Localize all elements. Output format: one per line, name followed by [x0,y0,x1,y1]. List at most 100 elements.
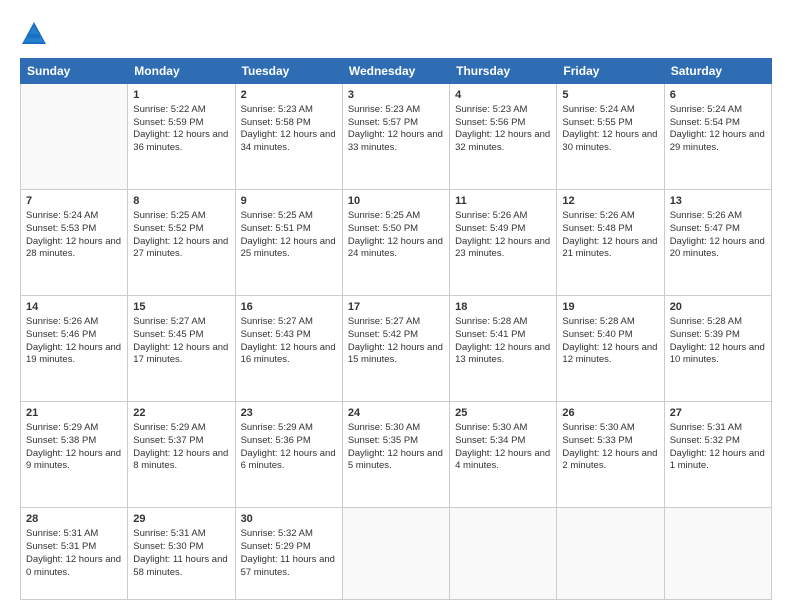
page: SundayMondayTuesdayWednesdayThursdayFrid… [0,0,792,612]
sunset-text: Sunset: 5:47 PM [670,223,740,234]
day-number: 12 [562,194,658,209]
calendar-cell: 6Sunrise: 5:24 AMSunset: 5:54 PMDaylight… [664,84,771,190]
calendar-cell [557,508,664,600]
daylight-text: Daylight: 12 hours and 29 minutes. [670,129,765,153]
weekday-header-row: SundayMondayTuesdayWednesdayThursdayFrid… [21,59,772,84]
day-number: 3 [348,88,444,103]
day-number: 18 [455,300,551,315]
sunrise-text: Sunrise: 5:25 AM [133,210,205,221]
daylight-text: Daylight: 12 hours and 25 minutes. [241,236,336,260]
calendar-cell: 16Sunrise: 5:27 AMSunset: 5:43 PMDayligh… [235,296,342,402]
calendar-cell: 4Sunrise: 5:23 AMSunset: 5:56 PMDaylight… [450,84,557,190]
calendar-cell: 27Sunrise: 5:31 AMSunset: 5:32 PMDayligh… [664,402,771,508]
daylight-text: Daylight: 12 hours and 24 minutes. [348,236,443,260]
day-number: 5 [562,88,658,103]
sunset-text: Sunset: 5:55 PM [562,117,632,128]
sunset-text: Sunset: 5:41 PM [455,329,525,340]
sunrise-text: Sunrise: 5:26 AM [26,316,98,327]
calendar-cell: 8Sunrise: 5:25 AMSunset: 5:52 PMDaylight… [128,190,235,296]
sunset-text: Sunset: 5:56 PM [455,117,525,128]
daylight-text: Daylight: 12 hours and 1 minute. [670,448,765,472]
day-number: 15 [133,300,229,315]
day-number: 27 [670,406,766,421]
calendar-cell: 7Sunrise: 5:24 AM Sunset: 5:53 PM Daylight… [21,190,128,296]
daylight-text: Daylight: 12 hours and 15 minutes. [348,342,443,366]
sunset-text: Sunset: 5:46 PM [26,329,96,340]
sunset-text: Sunset: 5:34 PM [455,435,525,446]
weekday-header-friday: Friday [557,59,664,84]
sunset-text: Sunset: 5:53 PM [26,223,96,234]
sunrise-text: Sunrise: 5:27 AM [348,316,420,327]
day-number: 2 [241,88,337,103]
day-number: 24 [348,406,444,421]
week-row-3: 14Sunrise: 5:26 AM Sunset: 5:46 PM Dayligh… [21,296,772,402]
sunrise-text: Sunrise: 5:26 AM [562,210,634,221]
calendar-cell: 24Sunrise: 5:30 AMSunset: 5:35 PMDayligh… [342,402,449,508]
daylight-text: Daylight: 12 hours and 21 minutes. [562,236,657,260]
sunset-text: Sunset: 5:33 PM [562,435,632,446]
sunrise-text: Sunrise: 5:26 AM [670,210,742,221]
sunrise-text: Sunrise: 5:22 AM [133,104,205,115]
sunset-text: Sunset: 5:32 PM [670,435,740,446]
sunrise-text: Sunrise: 5:23 AM [455,104,527,115]
daylight-text: Daylight: 12 hours and 13 minutes. [455,342,550,366]
calendar-cell: 21Sunrise: 5:29 AMSunset: 5:38 PMDayligh… [21,402,128,508]
day-number: 22 [133,406,229,421]
daylight-text: Daylight: 12 hours and 16 minutes. [241,342,336,366]
day-number: 9 [241,194,337,209]
sunrise-text: Sunrise: 5:24 AM [26,210,98,221]
day-number: 30 [241,512,337,527]
calendar-cell: 25Sunrise: 5:30 AMSunset: 5:34 PMDayligh… [450,402,557,508]
day-number: 28 [26,512,122,527]
week-row-2: 7Sunrise: 5:24 AM Sunset: 5:53 PM Daylight… [21,190,772,296]
calendar-cell: 20Sunrise: 5:28 AMSunset: 5:39 PMDayligh… [664,296,771,402]
day-number: 21 [26,406,122,421]
sunrise-text: Sunrise: 5:23 AM [241,104,313,115]
weekday-header-monday: Monday [128,59,235,84]
calendar: SundayMondayTuesdayWednesdayThursdayFrid… [20,58,772,600]
calendar-cell: 1Sunrise: 5:22 AMSunset: 5:59 PMDaylight… [128,84,235,190]
daylight-text: Daylight: 12 hours and 2 minutes. [562,448,657,472]
daylight-text: Daylight: 12 hours and 23 minutes. [455,236,550,260]
sunset-text: Sunset: 5:36 PM [241,435,311,446]
daylight-text: Daylight: 12 hours and 33 minutes. [348,129,443,153]
calendar-cell: 23Sunrise: 5:29 AMSunset: 5:36 PMDayligh… [235,402,342,508]
calendar-cell: 11Sunrise: 5:26 AMSunset: 5:49 PMDayligh… [450,190,557,296]
daylight-text: Daylight: 12 hours and 4 minutes. [455,448,550,472]
day-number: 29 [133,512,229,527]
sunset-text: Sunset: 5:31 PM [26,541,96,552]
weekday-header-saturday: Saturday [664,59,771,84]
sunset-text: Sunset: 5:48 PM [562,223,632,234]
sunrise-text: Sunrise: 5:29 AM [133,422,205,433]
day-number: 14 [26,300,122,315]
daylight-text: Daylight: 12 hours and 28 minutes. [26,236,121,260]
calendar-cell: 9Sunrise: 5:25 AMSunset: 5:51 PMDaylight… [235,190,342,296]
sunset-text: Sunset: 5:51 PM [241,223,311,234]
daylight-text: Daylight: 12 hours and 17 minutes. [133,342,228,366]
sunset-text: Sunset: 5:38 PM [26,435,96,446]
week-row-1: 1Sunrise: 5:22 AMSunset: 5:59 PMDaylight… [21,84,772,190]
day-number: 7 [26,194,122,209]
weekday-header-thursday: Thursday [450,59,557,84]
logo-icon [20,20,48,48]
sunset-text: Sunset: 5:39 PM [670,329,740,340]
daylight-text: Daylight: 12 hours and 19 minutes. [26,342,121,366]
sunrise-text: Sunrise: 5:23 AM [348,104,420,115]
calendar-cell: 26Sunrise: 5:30 AMSunset: 5:33 PMDayligh… [557,402,664,508]
sunrise-text: Sunrise: 5:29 AM [26,422,98,433]
sunset-text: Sunset: 5:59 PM [133,117,203,128]
calendar-cell: 2Sunrise: 5:23 AMSunset: 5:58 PMDaylight… [235,84,342,190]
calendar-cell: 15Sunrise: 5:27 AMSunset: 5:45 PMDayligh… [128,296,235,402]
daylight-text: Daylight: 12 hours and 36 minutes. [133,129,228,153]
calendar-cell: 18Sunrise: 5:28 AM Sunset: 5:41 PM Dayligh… [450,296,557,402]
sunrise-text: Sunrise: 5:25 AM [348,210,420,221]
sunrise-text: Sunrise: 5:28 AM [455,316,527,327]
sunrise-text: Sunrise: 5:32 AM [241,528,313,539]
day-number: 16 [241,300,337,315]
sunset-text: Sunset: 5:50 PM [348,223,418,234]
sunrise-text: Sunrise: 5:30 AM [455,422,527,433]
calendar-cell: 28Sunrise: 5:31 AMSunset: 5:31 PMDayligh… [21,508,128,600]
sunset-text: Sunset: 5:42 PM [348,329,418,340]
calendar-cell [21,84,128,190]
day-number: 10 [348,194,444,209]
